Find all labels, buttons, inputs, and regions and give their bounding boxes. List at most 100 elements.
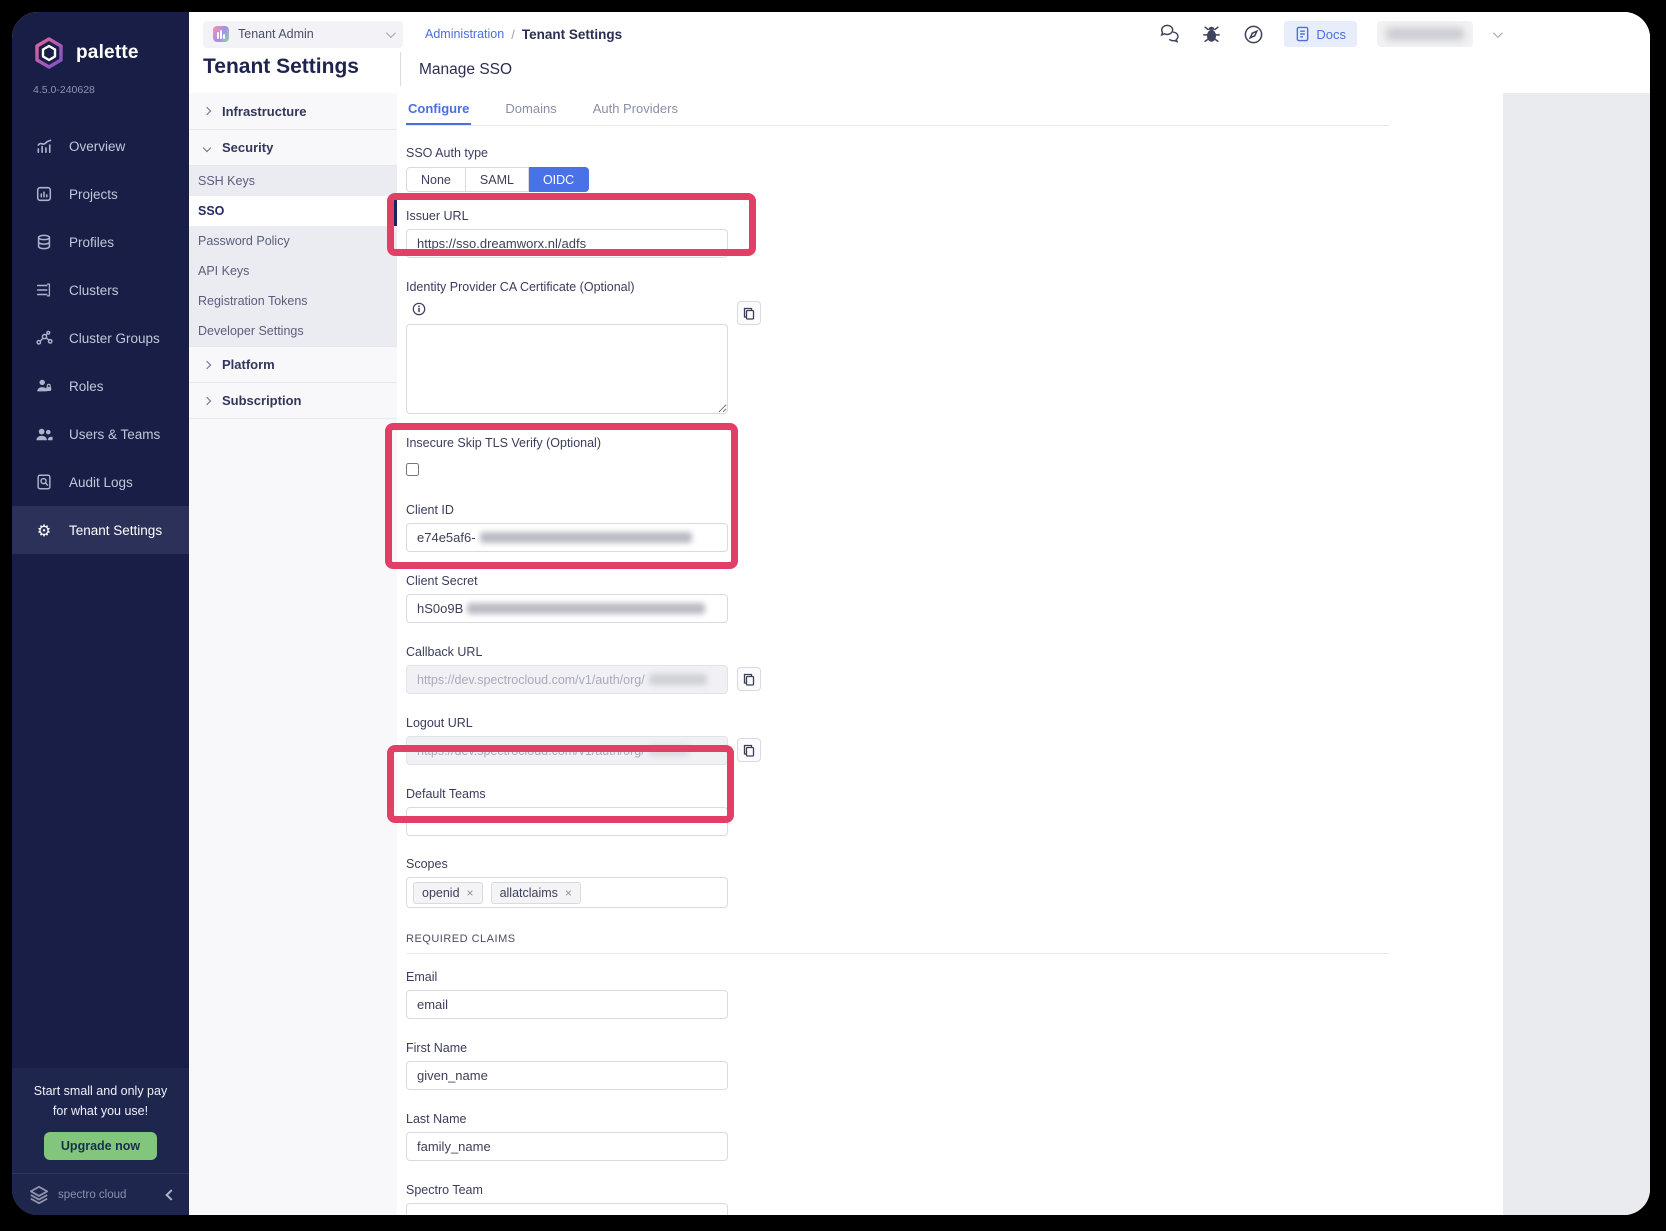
nav-item-sso[interactable]: SSO (189, 196, 397, 226)
copy-logout-url-button[interactable] (737, 738, 761, 762)
scope-chip-label: openid (422, 886, 460, 900)
nav-item-registration-tokens[interactable]: Registration Tokens (189, 286, 397, 316)
logout-url-label: Logout URL (406, 716, 1503, 730)
user-menu-chevron-icon[interactable] (1493, 28, 1503, 38)
chevron-down-icon (386, 28, 396, 38)
nav-group-security[interactable]: Security (189, 129, 397, 165)
nav-group-infrastructure[interactable]: Infrastructure (189, 93, 397, 129)
client-id-field: Client ID e74e5af6- (406, 503, 1503, 552)
primary-sidebar: palette 4.5.0-240628 Overview (12, 12, 189, 1215)
security-children: SSH Keys SSO Password Policy API Keys Re… (189, 165, 397, 346)
auth-type-oidc-button[interactable]: OIDC (529, 167, 589, 192)
audit-logs-icon (34, 472, 54, 492)
sidebar-item-overview[interactable]: Overview (12, 122, 189, 170)
sidebar-item-clusters[interactable]: Clusters (12, 266, 189, 314)
compass-icon[interactable] (1242, 23, 1264, 45)
sidebar-item-roles[interactable]: Roles (12, 362, 189, 410)
logout-url-redacted (649, 745, 689, 756)
copy-callback-url-button[interactable] (737, 667, 761, 691)
docs-button[interactable]: Docs (1284, 21, 1357, 47)
footer-brand-name: spectro cloud (58, 1189, 159, 1201)
nav-group-platform[interactable]: Platform (189, 346, 397, 382)
issuer-url-input[interactable] (406, 229, 728, 258)
sidebar-item-projects[interactable]: Projects (12, 170, 189, 218)
app-version: 4.5.0-240628 (12, 70, 189, 96)
remove-scope-icon[interactable]: × (565, 886, 572, 900)
auth-type-saml-button[interactable]: SAML (466, 167, 529, 192)
default-teams-field: Default Teams (406, 787, 1503, 836)
brand-logo: palette (12, 12, 189, 70)
sidebar-item-label: Tenant Settings (69, 523, 162, 538)
settings-subnav: Infrastructure Security SSH Keys SSO Pas… (189, 93, 397, 1215)
sidebar-item-label: Overview (69, 139, 125, 154)
nav-item-developer-settings[interactable]: Developer Settings (189, 316, 397, 346)
sidebar-spacer (12, 554, 189, 1068)
callback-url-visible-value: https://dev.spectrocloud.com/v1/auth/org… (417, 673, 645, 687)
nav-item-ssh-keys[interactable]: SSH Keys (189, 166, 397, 196)
last-name-claim-input[interactable] (406, 1132, 728, 1161)
scope-chip-allatclaims: allatclaims × (491, 882, 581, 904)
sidebar-item-cluster-groups[interactable]: Cluster Groups (12, 314, 189, 362)
email-claim-input[interactable] (406, 990, 728, 1019)
bug-report-icon[interactable] (1200, 23, 1222, 45)
nav-item-label: Registration Tokens (198, 294, 308, 308)
client-secret-input[interactable]: hS0o9B (406, 594, 728, 623)
client-id-label: Client ID (406, 503, 1503, 517)
skip-tls-checkbox[interactable] (406, 463, 419, 476)
tab-domains[interactable]: Domains (503, 93, 558, 125)
sidebar-item-users-teams[interactable]: Users & Teams (12, 410, 189, 458)
required-claims-heading: REQUIRED CLAIMS (406, 933, 1503, 945)
nav-item-api-keys[interactable]: API Keys (189, 256, 397, 286)
copy-ca-certificate-button[interactable] (737, 301, 761, 325)
projects-icon (34, 184, 54, 204)
scopes-label: Scopes (406, 857, 1503, 871)
chevron-down-icon (203, 143, 211, 151)
ca-certificate-textarea[interactable] (406, 324, 728, 414)
ca-certificate-label: Identity Provider CA Certificate (Option… (406, 280, 1503, 294)
nav-item-label: SSO (198, 204, 224, 218)
scopes-input[interactable]: openid × allatclaims × (406, 877, 728, 908)
sidebar-item-label: Users & Teams (69, 427, 160, 442)
last-name-claim-label: Last Name (406, 1112, 1503, 1126)
info-icon[interactable] (412, 302, 426, 316)
scopes-field: Scopes openid × allatclaims × (406, 857, 1503, 908)
promo-text: Start small and only pay for what you us… (31, 1082, 171, 1121)
brand-name: palette (76, 42, 139, 64)
first-name-claim-input[interactable] (406, 1061, 728, 1090)
nav-group-subscription[interactable]: Subscription (189, 382, 397, 418)
spectro-team-claim-field: Spectro Team (406, 1183, 1503, 1215)
chevron-right-icon (203, 107, 211, 115)
scope-chip-label: allatclaims (500, 886, 558, 900)
spectro-team-claim-input[interactable] (406, 1203, 728, 1215)
client-secret-redacted (467, 603, 705, 614)
header-row-title: Tenant Settings Manage SSO (189, 50, 1650, 93)
spectro-cloud-logo-icon (28, 1185, 50, 1205)
upgrade-now-button[interactable]: Upgrade now (44, 1132, 157, 1160)
nav-item-label: SSH Keys (198, 174, 255, 188)
nav-item-label: API Keys (198, 264, 249, 278)
app-window: palette 4.5.0-240628 Overview (12, 12, 1650, 1215)
header-row-top: Tenant Admin Administration / Tenant Set… (189, 12, 1650, 50)
auth-type-none-button[interactable]: None (406, 167, 466, 192)
right-gutter (1503, 93, 1650, 1215)
sidebar-item-tenant-settings[interactable]: ⚙ Tenant Settings (12, 506, 189, 554)
default-teams-input[interactable] (406, 807, 728, 836)
sidebar-item-audit-logs[interactable]: Audit Logs (12, 458, 189, 506)
sso-configure-panel: Configure Domains Auth Providers SSO Aut… (397, 93, 1503, 1215)
tab-auth-providers[interactable]: Auth Providers (591, 93, 680, 125)
sidebar-collapse-icon[interactable] (165, 1189, 176, 1200)
required-claims-divider (406, 953, 1389, 954)
breadcrumb-administration[interactable]: Administration (425, 27, 504, 41)
nav-item-label: Developer Settings (198, 324, 304, 338)
chat-icon[interactable] (1158, 23, 1180, 45)
sidebar-item-profiles[interactable]: Profiles (12, 218, 189, 266)
sidebar-item-label: Audit Logs (69, 475, 133, 490)
nav-item-password-policy[interactable]: Password Policy (189, 226, 397, 256)
tab-configure[interactable]: Configure (406, 93, 471, 125)
workspace-selector[interactable]: Tenant Admin (203, 21, 403, 48)
scope-chip-openid: openid × (413, 882, 483, 904)
remove-scope-icon[interactable]: × (467, 886, 474, 900)
client-id-input[interactable]: e74e5af6- (406, 523, 728, 552)
palette-logo-icon (32, 36, 66, 70)
user-menu[interactable] (1377, 21, 1473, 47)
